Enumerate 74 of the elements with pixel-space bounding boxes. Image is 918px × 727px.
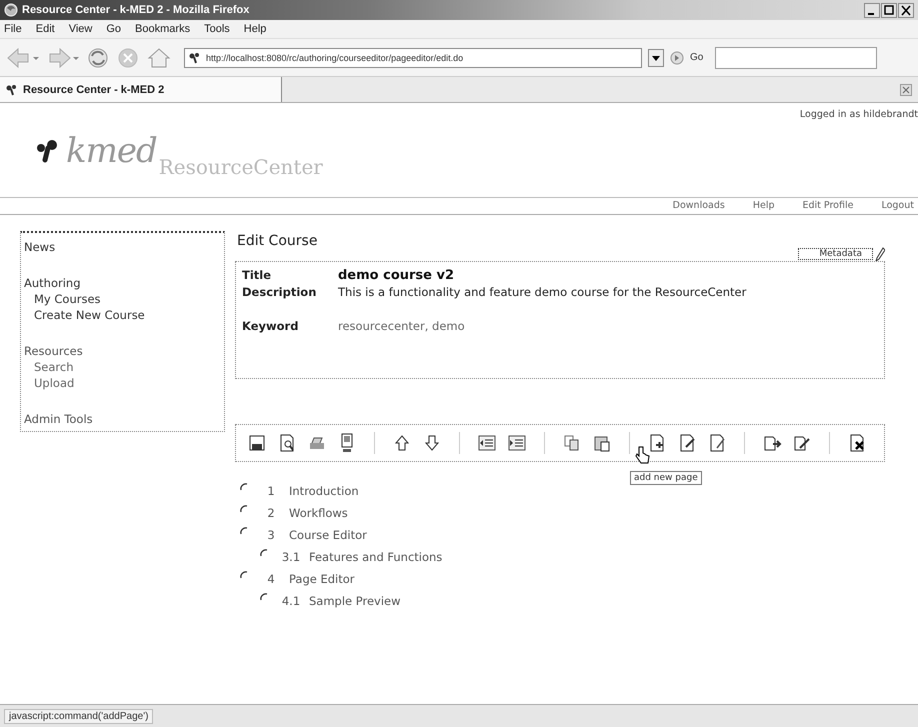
go-icon[interactable]: [670, 50, 684, 64]
nav-link[interactable]: Logout: [881, 200, 914, 211]
menu-item[interactable]: Bookmarks: [135, 23, 190, 35]
radio-button[interactable]: [239, 482, 249, 492]
login-status: Logged in as hildebrandt: [800, 109, 918, 120]
window-title: Resource Center - k-MED 2 - Mozilla Firefox: [22, 4, 250, 16]
hand-cursor-icon: [634, 445, 650, 465]
dropdown-icon[interactable]: [648, 48, 664, 66]
menu-item[interactable]: Edit: [36, 23, 55, 35]
outline-item[interactable]: Sample Preview: [309, 594, 401, 608]
site-icon: [6, 84, 18, 96]
outline-number: 2: [266, 506, 276, 520]
product-name: ResourceCenter: [158, 155, 323, 181]
field-value: This is a functionality and feature demo course for the ResourceCenter: [338, 285, 748, 301]
page-heading: Edit Course: [237, 233, 318, 249]
site-icon: [189, 52, 201, 64]
sidebar-item[interactable]: Authoring: [24, 275, 224, 291]
firefox-icon: [4, 3, 18, 17]
go-button[interactable]: Go: [690, 52, 704, 63]
metadata-button[interactable]: Metadata: [798, 248, 873, 260]
indent-icon[interactable]: [507, 433, 527, 453]
sidebar-item[interactable]: Create New Course: [24, 307, 224, 323]
nav-link[interactable]: Downloads: [672, 200, 725, 211]
status-text: javascript:command('addPage'): [4, 708, 154, 724]
menu-item[interactable]: View: [68, 23, 92, 35]
close-icon[interactable]: [898, 2, 914, 18]
nav-link[interactable]: Help: [752, 200, 774, 211]
radio-button[interactable]: [239, 526, 249, 536]
outline-item[interactable]: Course Editor: [289, 528, 367, 542]
address-field[interactable]: http://localhost:8080/rc/authoring/courseeditor/pageeditor/edit.do: [184, 48, 642, 68]
radio-button[interactable]: [259, 548, 269, 558]
browser-tab[interactable]: Resource Center - k-MED 2: [0, 77, 282, 102]
outline-number: 4: [266, 572, 276, 586]
outline-number: 3: [266, 528, 276, 542]
logo-text: kmed: [66, 131, 157, 171]
close-tab-icon[interactable]: [900, 84, 912, 96]
sidebar-item[interactable]: News: [24, 239, 224, 255]
sidebar-item[interactable]: Upload: [24, 375, 224, 391]
sidebar-item[interactable]: Admin Tools: [24, 411, 224, 427]
pencil-icon[interactable]: [875, 247, 885, 261]
outline-item[interactable]: Page Editor: [289, 572, 355, 586]
sidebar-item[interactable]: My Courses: [24, 291, 224, 307]
radio-button[interactable]: [259, 592, 269, 602]
outline-item[interactable]: Workflows: [289, 506, 348, 520]
maximize-icon[interactable]: [881, 2, 897, 18]
outline-item[interactable]: Introduction: [289, 484, 359, 498]
menu-item[interactable]: Go: [106, 23, 122, 35]
search-field[interactable]: [715, 46, 878, 68]
field-label: Keyword: [242, 319, 300, 335]
up-arrow-icon[interactable]: [392, 433, 412, 453]
field-label: Description: [242, 285, 318, 301]
save-icon[interactable]: [247, 433, 267, 453]
outdent-icon[interactable]: [477, 433, 497, 453]
tooltip: add new page: [630, 471, 702, 485]
radio-button[interactable]: [239, 570, 249, 580]
nav-link[interactable]: Edit Profile: [802, 200, 854, 211]
outline-number: 1: [266, 484, 276, 498]
outline-item[interactable]: Features and Functions: [309, 550, 442, 564]
down-arrow-icon[interactable]: [422, 433, 442, 453]
radio-button[interactable]: [239, 504, 249, 514]
field-label: Title: [242, 268, 272, 284]
sidebar-item[interactable]: Resources: [24, 343, 224, 359]
minimize-icon[interactable]: [864, 2, 880, 18]
menu-item[interactable]: File: [4, 23, 22, 35]
menu-item[interactable]: Help: [244, 23, 266, 35]
logo-icon: [36, 139, 60, 163]
outline-number: 3.1: [280, 550, 302, 564]
outline-number: 4.1: [280, 594, 302, 608]
field-value: resourcecenter, demo: [338, 319, 466, 335]
field-value: demo course v2: [338, 268, 456, 285]
sidebar-item[interactable]: Search: [24, 359, 224, 375]
home-icon[interactable]: [146, 46, 172, 70]
menu-item[interactable]: Tools: [204, 23, 230, 35]
reload-icon[interactable]: [86, 46, 110, 70]
